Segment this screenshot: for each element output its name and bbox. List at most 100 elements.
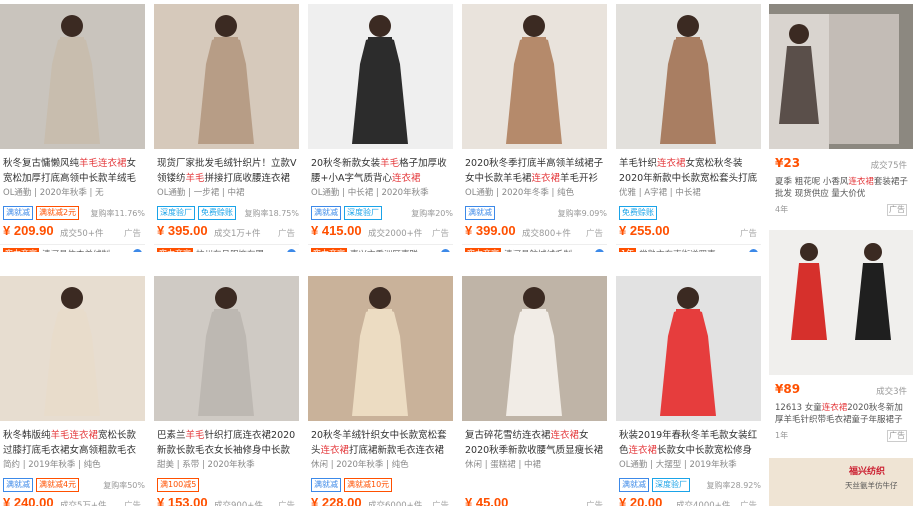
promo-tags: 满100减5 [157,478,299,492]
banner-image[interactable]: 福兴纺织 天丝氨羊仿牛仔 [769,458,913,506]
product-image[interactable] [0,276,145,421]
product-title[interactable]: 秋冬韩版纯羊毛连衣裙宽松长款过膝打底毛衣裙女高领粗款毛衣针织衫 [3,428,143,458]
product-title[interactable]: 2020秋冬季打底半高领羊绒裙子女中长款羊毛裙连衣裙羊毛开衫长裙 [465,156,605,186]
shop-line[interactable]: 实力商家清河县依杰羊绒制 [0,244,145,252]
shop-name[interactable]: 杭州有号服饰有限... [196,248,272,253]
product-image[interactable] [616,276,761,421]
repurchase-rate: 复购率20% [411,208,453,218]
product-title[interactable]: 巴素兰羊毛针织打底连衣裙2020新款长款毛衣女长袖修身中长款过膝 [157,428,297,458]
product-image[interactable] [616,4,761,149]
ad-label: 广告 [739,501,757,506]
banner-subtitle: 天丝氨羊仿牛仔 [845,481,898,490]
product-card[interactable]: 复古碎花雪纺连衣裙连衣裙女2020秋季新款收腰气质显瘦长裙28149 休闲 | … [462,276,607,506]
chat-icon[interactable] [749,249,758,252]
chat-icon[interactable] [133,249,142,252]
side-product-card[interactable]: ¥89 成交3件 12613 女童连衣裙2020秋冬新加厚羊毛针织带毛衣裙童子年… [769,230,913,446]
promo-tag: 满就减 [3,478,33,492]
power-merchant-badge: 1年 [619,248,637,252]
product-attributes: 优雅 | A字裙 | 中长裙 [619,188,701,198]
product-card[interactable]: 秋冬复古慵懒风纯羊毛连衣裙女宽松加厚打底高领中长款羊绒毛衣裙 OL通勤 | 20… [0,4,145,252]
promo-tag: 满就减10元 [344,478,393,492]
sales-count: 成交6000+件 [368,501,423,506]
product-image[interactable] [769,4,913,149]
promo-tag: 满就减 [465,206,495,220]
ad-label: 广告 [431,229,449,239]
sales-count: 成交800+件 [522,229,571,239]
shop-name[interactable]: 嘉兴市秀洲区嘉联... [350,248,426,253]
product-image[interactable] [769,230,913,375]
product-price: ¥89 [775,382,801,396]
shop-name[interactable]: 清河县依杰羊绒制 [42,248,110,253]
product-image[interactable] [308,276,453,421]
product-price: ¥ 399.00 [465,223,516,238]
chat-icon[interactable] [595,249,604,252]
product-price: ¥ 395.00 [157,223,208,238]
chat-icon[interactable] [441,249,450,252]
side-product-card[interactable]: ¥23 成交75件 夏季 粗花呢 小香风连衣裙套装裙子 批发 现货供应 量大价优… [769,4,913,220]
promo-tags: 满就减 满就减2元 复购率11.76% [3,206,145,220]
product-card[interactable]: 2020秋冬季打底半高领羊绒裙子女中长款羊毛裙连衣裙羊毛开衫长裙 OL通勤 | … [462,4,607,252]
product-title[interactable]: 20秋冬羊绒针织女中长款宽松套头连衣裙打底裙新款毛衣连衣裙羊毛针织毛衣 [311,428,451,458]
product-attributes: 休闲 | 蛋糕裙 | 中裙 [465,460,542,470]
product-image[interactable] [462,276,607,421]
repurchase-rate: 复购率28.92% [706,480,761,490]
shop-line[interactable]: 实力商家清河县航城绒毛制... [462,244,607,252]
product-grid: 秋冬复古慵懒风纯羊毛连衣裙女宽松加厚打底高领中长款羊绒毛衣裙 OL通勤 | 20… [0,0,913,506]
repurchase-rate: 复购率50% [103,480,145,490]
chat-icon[interactable] [287,249,296,252]
power-merchant-badge: 实力商家 [465,248,501,252]
product-price: ¥23 [775,156,801,170]
product-card[interactable]: 20秋冬新款女装羊毛格子加厚收腰+小A字气质背心连衣裙 OL通勤 | 中长裙 |… [308,4,453,252]
repurchase-rate: 复购率11.76% [90,208,145,218]
promo-tag: 满就减2元 [36,206,80,220]
product-price: ¥ 415.00 [311,223,362,238]
shop-name[interactable]: 清河县航城绒毛制... [504,248,580,253]
product-title[interactable]: 秋冬复古慵懒风纯羊毛连衣裙女宽松加厚打底高领中长款羊绒毛衣裙 [3,156,143,186]
promo-tag: 满就减 [311,478,341,492]
product-title[interactable]: 羊毛针织连衣裙女宽松秋冬装2020年新款中长款宽松套头打底针织内搭裙子气 [619,156,759,186]
promo-tags: 满就减 深度验厂 复购率28.92% [619,478,761,492]
promo-tag: 满就减4元 [36,478,80,492]
product-card[interactable]: 现货厂家批发毛绒针织片！立款V领镂纺羊毛拼接打底收腰连衣裙女 OL通勤 | 一步… [154,4,299,252]
shop-line[interactable]: 实力商家杭州有号服饰有限... [154,244,299,252]
product-card[interactable]: 20秋冬羊绒针织女中长款宽松套头连衣裙打底裙新款毛衣连衣裙羊毛针织毛衣 休闲 |… [308,276,453,506]
product-image[interactable] [462,4,607,149]
product-card[interactable]: 巴素兰羊毛针织打底连衣裙2020新款长款毛衣女长袖修身中长款过膝 甜美 | 系带… [154,276,299,506]
power-merchant-badge: 实力商家 [311,248,347,252]
product-title[interactable]: 秋装2019年春秋冬羊毛款女装红色连衣裙长款女中长款宽松修身裙子 [619,428,759,458]
product-image[interactable] [154,4,299,149]
promo-tags: 满就减 满就减4元 复购率50% [3,478,145,492]
promo-tags: 满就减 满就减10元 [311,478,453,492]
banner-brand: 福兴纺织 [849,467,886,477]
product-image[interactable] [0,4,145,149]
product-card[interactable]: 羊毛针织连衣裙女宽松秋冬装2020年新款中长款宽松套头打底针织内搭裙子气 优雅 … [616,4,761,252]
product-price: ¥ 228.00 [311,495,362,506]
side-banner-card[interactable]: 福兴纺织 天丝氨羊仿牛仔 [769,458,913,506]
product-attributes: 简约 | 2019年秋季 | 纯色 [3,460,101,470]
product-card[interactable]: 秋冬韩版纯羊毛连衣裙宽松长款过膝打底毛衣裙女高领粗款毛衣针织衫 简约 | 201… [0,276,145,506]
shop-line[interactable]: 实力商家嘉兴市秀洲区嘉联... [308,244,453,252]
promo-tag: 满就减 [619,478,649,492]
product-title[interactable]: 20秋冬新款女装羊毛格子加厚收腰+小A字气质背心连衣裙 [311,156,451,186]
promo-tags: 深度验厂 免费赊账 复购率18.75% [157,206,299,220]
product-price: ¥ 240.00 [3,495,54,506]
ad-label: 广告 [887,430,907,442]
promo-tag: 免费赊账 [198,206,236,220]
product-title[interactable]: 12613 女童连衣裙2020秋冬新加厚羊毛针织带毛衣裙童子年服裙子 [775,402,909,426]
repurchase-rate: 复购率9.09% [557,208,607,218]
power-merchant-badge: 实力商家 [157,248,193,252]
product-image[interactable] [154,276,299,421]
product-card[interactable]: 秋装2019年春秋冬羊毛款女装红色连衣裙长款女中长款宽松修身裙子 OL通勤 | … [616,276,761,506]
promo-tag: 深度验厂 [344,206,382,220]
product-image[interactable] [308,4,453,149]
sales-count: 成交50+件 [60,229,104,239]
product-title[interactable]: 现货厂家批发毛绒针织片！立款V领镂纺羊毛拼接打底收腰连衣裙女 [157,156,297,186]
shop-name[interactable]: 常熟市东南街道罗嘉... [639,248,724,253]
product-attributes: OL通勤 | 大摆型 | 2019年秋季 [619,460,737,470]
sales-count: 成交75件 [870,161,907,171]
product-title[interactable]: 夏季 粗花呢 小香风连衣裙套装裙子 批发 现货供应 量大价优 [775,176,909,200]
product-price: ¥ 45.00 [465,495,509,506]
member-years: 1年 [775,431,789,440]
shop-line[interactable]: 1年常熟市东南街道罗嘉... [616,244,761,252]
product-title[interactable]: 复古碎花雪纺连衣裙连衣裙女2020秋季新款收腰气质显瘦长裙28149 [465,428,605,458]
